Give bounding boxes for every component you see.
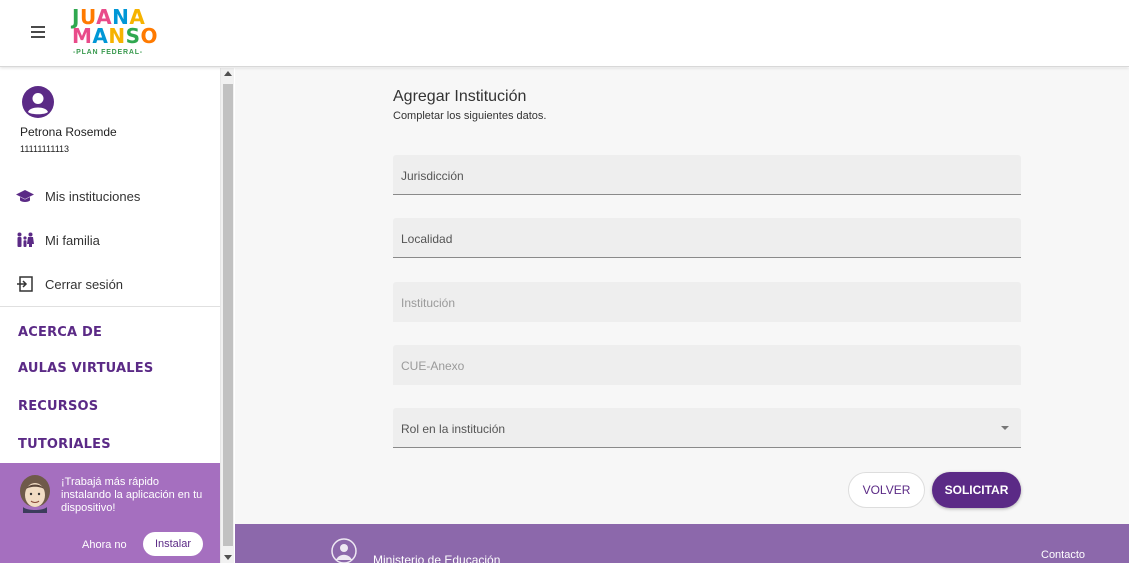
- app-root: JUANA MANSO -PLAN FEDERAL- Petrona Rosem…: [0, 0, 1129, 563]
- dismiss-install-button[interactable]: Ahora no: [82, 539, 127, 551]
- contact-link[interactable]: Contacto: [1041, 549, 1085, 561]
- ministry-emblem-icon: [331, 538, 357, 563]
- ministry-name: Ministerio de Educación: [373, 553, 501, 563]
- logo-line-2: MANSO: [72, 24, 162, 48]
- form-title: Agregar Institución: [393, 88, 527, 105]
- family-icon: [17, 232, 34, 247]
- sidebar: Petrona Rosemde 11111111113 Mis instituc…: [0, 68, 220, 563]
- field-placeholder: Jurisdicción: [401, 169, 464, 183]
- user-id: 11111111113: [20, 144, 70, 154]
- sidebar-scrollbar[interactable]: [220, 68, 234, 563]
- install-button[interactable]: Instalar: [143, 532, 203, 556]
- field-placeholder: CUE-Anexo: [401, 359, 465, 373]
- field-placeholder: Rol en la institución: [401, 422, 506, 436]
- nav-item-mis-instituciones[interactable]: Mis instituciones: [0, 176, 220, 216]
- link-acerca-de[interactable]: ACERCA DE: [18, 325, 102, 340]
- main-content: Agregar Institución Completar los siguie…: [235, 68, 1129, 524]
- footer: Ministerio de Educación Contacto: [235, 524, 1129, 563]
- link-recursos[interactable]: RECURSOS: [18, 399, 98, 414]
- graduation-cap-icon: [16, 190, 34, 202]
- form-subtitle: Completar los siguientes datos.: [393, 110, 547, 122]
- jurisdiccion-field[interactable]: Jurisdicción: [393, 155, 1021, 195]
- scroll-thumb[interactable]: [223, 84, 233, 546]
- link-aulas-virtuales[interactable]: AULAS VIRTUALES: [18, 361, 153, 376]
- sidebar-divider: [0, 306, 220, 307]
- logo-letter: S: [125, 24, 141, 48]
- logo-letter: N: [108, 24, 126, 48]
- logo-letter: O: [140, 24, 159, 48]
- top-bar: JUANA MANSO -PLAN FEDERAL-: [0, 0, 1129, 67]
- user-circle-icon: [22, 86, 54, 118]
- nav-item-label: Cerrar sesión: [45, 277, 124, 292]
- user-name: Petrona Rosemde: [20, 125, 117, 139]
- logout-icon: [17, 276, 33, 292]
- logo-line-3: -PLAN FEDERAL-: [73, 49, 143, 56]
- install-banner: ¡Trabajá más rápido instalando la aplica…: [0, 463, 220, 563]
- logo-letter: M: [72, 24, 93, 48]
- link-tutoriales[interactable]: TUTORIALES: [18, 437, 111, 452]
- install-banner-text: ¡Trabajá más rápido instalando la aplica…: [61, 476, 203, 514]
- juana-manso-portrait-icon: [20, 475, 50, 513]
- field-placeholder: Institución: [401, 296, 456, 310]
- localidad-field[interactable]: Localidad: [393, 218, 1021, 258]
- scroll-up-arrow-icon[interactable]: [224, 71, 232, 76]
- nav-item-label: Mi familia: [45, 233, 100, 248]
- volver-button[interactable]: VOLVER: [848, 472, 925, 508]
- nav-item-label: Mis instituciones: [45, 189, 141, 204]
- chevron-down-icon: [1001, 426, 1009, 430]
- scroll-down-arrow-icon[interactable]: [224, 555, 232, 560]
- solicitar-button[interactable]: SOLICITAR: [932, 472, 1021, 508]
- nav-item-mi-familia[interactable]: Mi familia: [0, 220, 220, 260]
- field-placeholder: Localidad: [401, 232, 453, 246]
- rol-select[interactable]: Rol en la institución: [393, 408, 1021, 448]
- hamburger-menu-icon[interactable]: [29, 23, 47, 41]
- juana-manso-logo[interactable]: JUANA MANSO -PLAN FEDERAL-: [72, 7, 162, 60]
- logo-letter: A: [92, 24, 109, 48]
- nav-item-cerrar-sesion[interactable]: Cerrar sesión: [0, 264, 220, 304]
- cue-anexo-field[interactable]: CUE-Anexo: [393, 345, 1021, 385]
- institucion-field[interactable]: Institución: [393, 282, 1021, 322]
